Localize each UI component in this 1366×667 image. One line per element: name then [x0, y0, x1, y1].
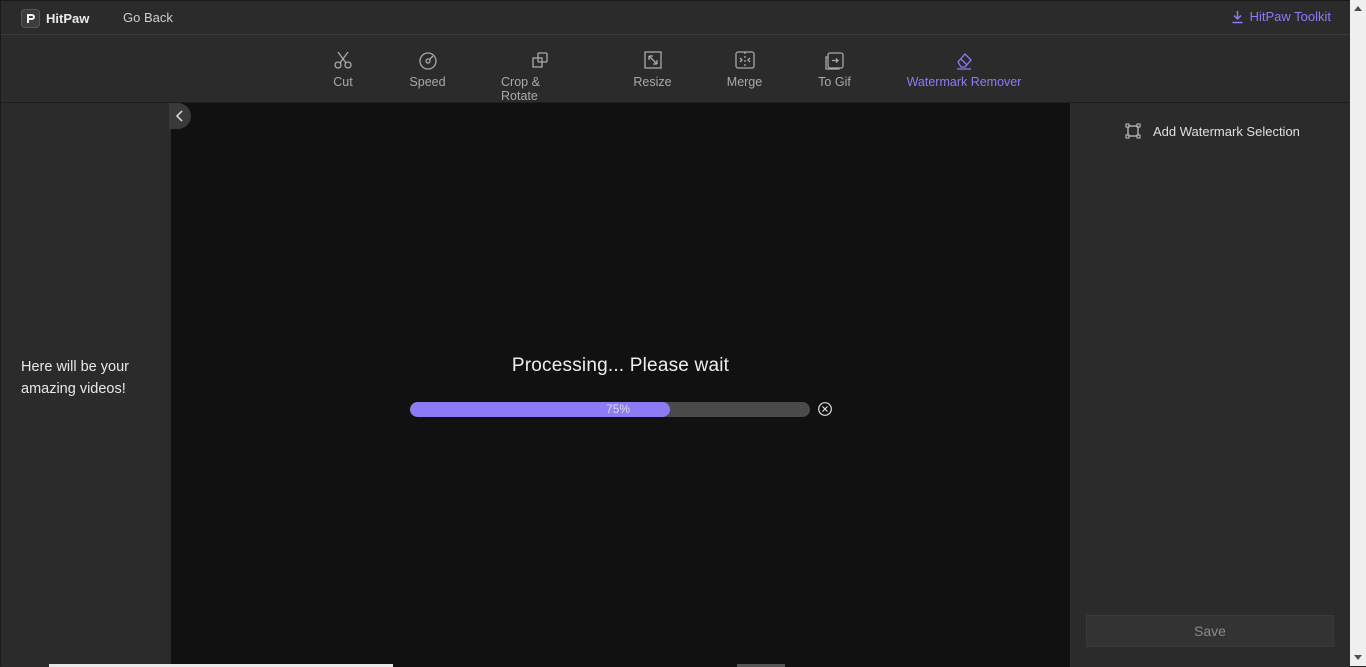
vertical-scrollbar[interactable] — [1350, 0, 1366, 666]
title-bar: HitPaw Go Back HitPaw Toolkit — [1, 1, 1351, 35]
scissors-icon — [334, 51, 352, 69]
watermark-settings-panel: Add Watermark Selection Save — [1070, 103, 1351, 667]
speedometer-icon — [418, 52, 437, 70]
video-list-panel: Here will be your amazing videos! — [1, 103, 171, 667]
tool-speed[interactable]: Speed — [409, 49, 446, 89]
tool-label: Resize — [633, 75, 672, 89]
tool-label: Cut — [333, 75, 353, 89]
hitpaw-logo-icon — [21, 8, 40, 28]
chevron-left-icon — [175, 110, 183, 122]
app-window: HitPaw Go Back HitPaw Toolkit Cut Speed … — [0, 0, 1351, 667]
tool-label: Crop & Rotate — [501, 75, 540, 103]
tool-watermark-remover[interactable]: Watermark Remover — [906, 49, 1022, 89]
tool-resize[interactable]: Resize — [633, 49, 672, 89]
to-gif-icon — [824, 52, 844, 70]
tools-toolbar: Cut Speed Crop & Rotate Resize Merge To … — [1, 35, 1351, 103]
crop-rotate-icon — [531, 52, 548, 68]
scroll-up-icon[interactable] — [1354, 6, 1362, 11]
tool-label: Watermark Remover — [906, 75, 1022, 89]
progress-bar: 75% — [410, 402, 810, 417]
tool-crop-rotate[interactable]: Crop & Rotate — [501, 49, 578, 103]
add-watermark-selection-button[interactable]: Add Watermark Selection — [1125, 123, 1300, 139]
progress-percent: 75% — [605, 402, 631, 416]
close-circle-icon — [818, 402, 832, 416]
scroll-down-icon[interactable] — [1354, 655, 1362, 660]
add-selection-label: Add Watermark Selection — [1153, 123, 1300, 139]
save-button[interactable]: Save — [1086, 615, 1334, 647]
cancel-processing-button[interactable] — [817, 401, 833, 417]
empty-videos-placeholder: Here will be your amazing videos! — [21, 359, 129, 397]
tool-merge[interactable]: Merge — [727, 49, 762, 89]
tool-cut[interactable]: Cut — [332, 49, 354, 89]
brand-name: HitPaw — [46, 10, 90, 26]
download-icon — [1232, 10, 1243, 23]
hitpaw-toolkit-link[interactable]: HitPaw Toolkit — [1231, 9, 1331, 24]
resize-icon — [643, 51, 662, 69]
selection-box-icon — [1125, 123, 1141, 139]
brand: HitPaw — [21, 8, 89, 28]
processing-status: Processing... Please wait — [511, 355, 730, 376]
tool-label: Merge — [726, 75, 763, 89]
toolkit-label: HitPaw Toolkit — [1249, 9, 1331, 24]
tool-label: To Gif — [818, 75, 851, 89]
video-preview: Processing... Please wait 75% — [171, 103, 1070, 667]
go-back-button[interactable]: Go Back — [123, 10, 173, 25]
eraser-icon — [957, 53, 972, 70]
merge-icon — [734, 51, 755, 69]
tool-label: Speed — [409, 75, 446, 89]
tool-to-gif[interactable]: To Gif — [818, 49, 851, 89]
